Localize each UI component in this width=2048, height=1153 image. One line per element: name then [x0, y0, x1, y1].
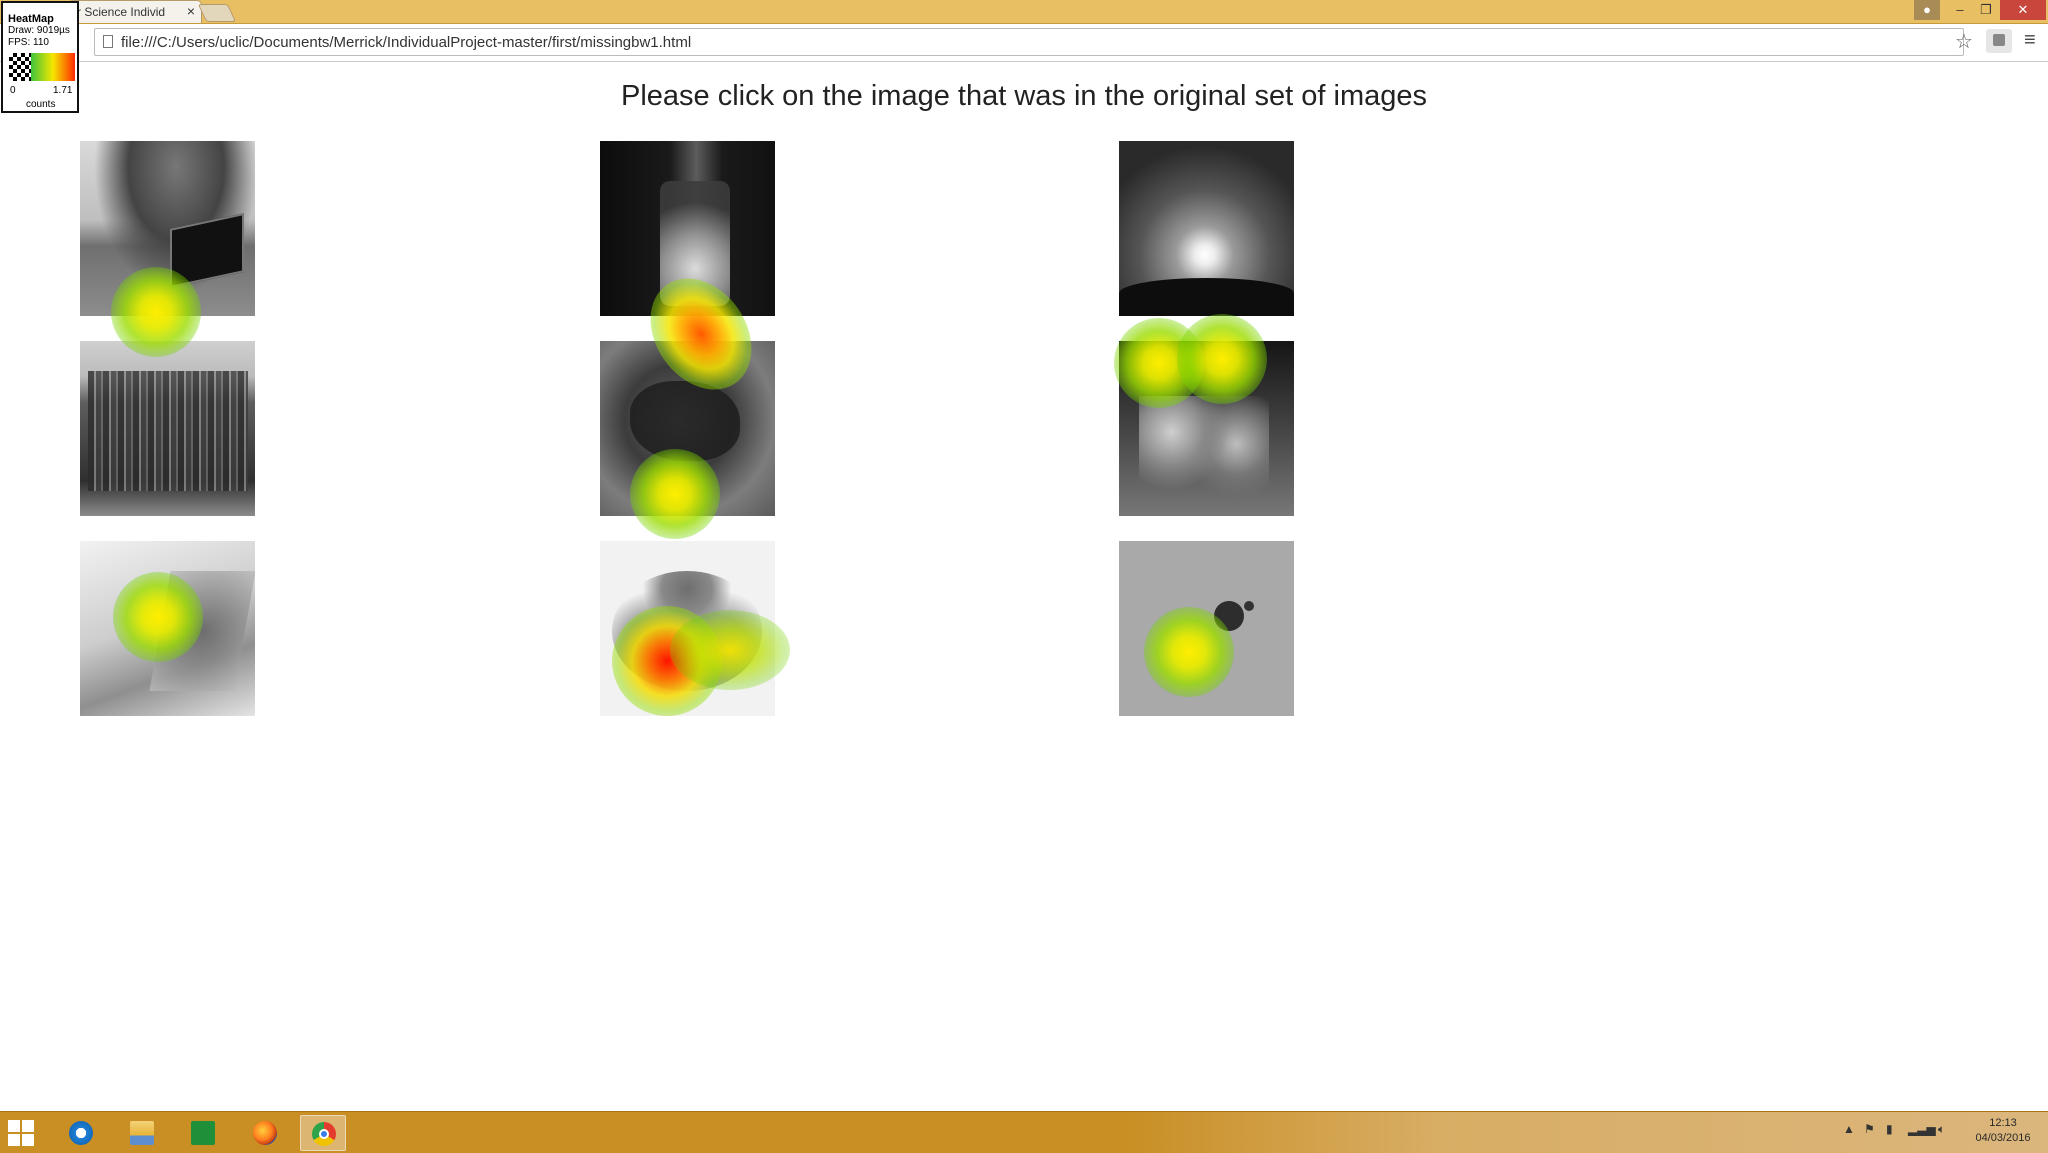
heatmap-scale-empty	[9, 53, 31, 81]
page-instruction: Please click on the image that was in th…	[621, 80, 1427, 112]
system-clock[interactable]: 12:13 04/03/2016	[1968, 1116, 2038, 1146]
taskbar-store[interactable]	[180, 1115, 226, 1151]
tab-strip: r Science Individ × ● – ❐ ✕	[0, 0, 2048, 24]
image-option-fruit[interactable]	[600, 541, 775, 716]
star-icon[interactable]: ☆	[1955, 29, 1973, 54]
image-option-crab[interactable]	[600, 341, 775, 516]
flag-icon[interactable]: ⚑	[1864, 1122, 1875, 1136]
maximize-button[interactable]: ❐	[1972, 0, 2000, 20]
taskbar-chrome[interactable]	[300, 1115, 346, 1151]
extension-icon[interactable]	[1986, 29, 2012, 53]
hamburger-menu-icon[interactable]: ≡	[2024, 29, 2036, 52]
tab-active[interactable]: r Science Individ ×	[68, 0, 202, 23]
network-icon[interactable]: ▂▃▅	[1908, 1122, 1936, 1136]
heatmap-scale-gradient	[31, 53, 75, 81]
image-option-book[interactable]	[80, 541, 255, 716]
taskbar-internet-explorer[interactable]	[58, 1115, 104, 1151]
new-tab-button[interactable]	[197, 4, 237, 22]
clock-date: 04/03/2016	[1975, 1132, 2031, 1144]
internet-explorer-icon	[69, 1121, 93, 1145]
user-icon[interactable]: ●	[1914, 0, 1940, 20]
taskbar-file-explorer[interactable]	[119, 1115, 165, 1151]
heatmap-fps: FPS: 110	[8, 37, 49, 48]
start-button[interactable]	[8, 1120, 34, 1146]
image-option-candy-jars[interactable]	[600, 141, 775, 316]
taskbar-firefox[interactable]	[242, 1115, 288, 1151]
url-text[interactable]: file:///C:/Users/uclic/Documents/Merrick…	[121, 34, 691, 51]
heatmap-color-scale	[9, 53, 75, 81]
browser-toolbar: file:///C:/Users/uclic/Documents/Merrick…	[0, 24, 2048, 62]
minimize-button[interactable]: –	[1946, 0, 1974, 20]
chevron-up-icon[interactable]: ▲	[1843, 1122, 1855, 1136]
page-icon	[103, 35, 113, 48]
image-option-beetle[interactable]	[1119, 541, 1294, 716]
heatmap-title: HeatMap	[8, 13, 54, 25]
close-window-button[interactable]: ✕	[2000, 0, 2046, 20]
windows-logo-icon	[8, 1120, 20, 1132]
battery-icon[interactable]: ▮	[1886, 1122, 1893, 1136]
clock-time: 12:13	[1989, 1117, 2017, 1129]
tab-title: r Science Individ	[77, 5, 166, 19]
image-option-city[interactable]	[80, 341, 255, 516]
taskbar: ▲ ⚑ ▮ ▂▃▅ 🔈︎ 12:13 04/03/2016	[0, 1111, 2048, 1153]
address-bar[interactable]: file:///C:/Users/uclic/Documents/Merrick…	[94, 28, 1964, 56]
browser-chrome: r Science Individ × ● – ❐ ✕ file:///C:/U…	[0, 0, 2048, 62]
image-option-laptop[interactable]	[80, 141, 255, 316]
folder-icon	[130, 1121, 154, 1145]
speaker-icon[interactable]: 🔈︎	[1938, 1122, 1945, 1137]
heatmap-draw-time: Draw: 9019µs	[8, 25, 70, 36]
image-option-sunset[interactable]	[1119, 141, 1294, 316]
close-icon[interactable]: ×	[187, 4, 195, 18]
image-option-figurines[interactable]	[1119, 341, 1294, 516]
firefox-icon	[253, 1121, 277, 1145]
chrome-icon	[312, 1122, 336, 1146]
store-icon	[191, 1121, 215, 1145]
